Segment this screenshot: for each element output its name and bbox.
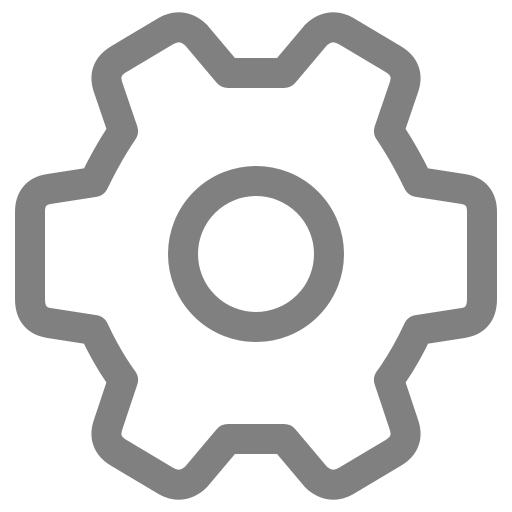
icon-canvas xyxy=(0,0,512,512)
gear-center-hole xyxy=(168,166,344,342)
gear-icon xyxy=(15,12,497,500)
gear-outline xyxy=(15,12,497,500)
